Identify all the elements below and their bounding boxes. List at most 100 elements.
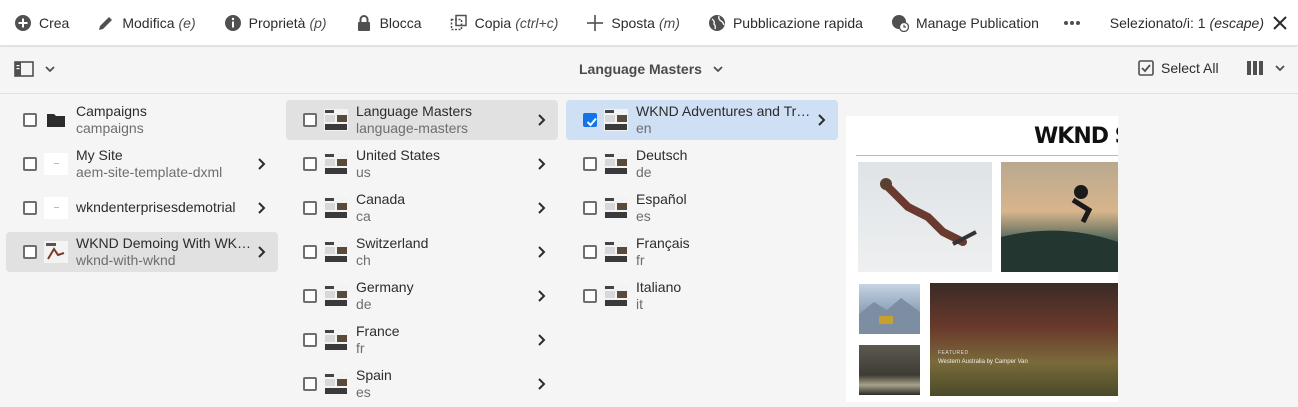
list-item[interactable]: Français fr — [566, 232, 838, 272]
column-view-icon — [1247, 61, 1263, 75]
list-item[interactable]: wkndenterprisesdemotrial — [6, 188, 278, 228]
manage-publication-button[interactable]: Manage Publication — [877, 0, 1053, 46]
rail-toggle-button[interactable] — [14, 61, 56, 77]
checkbox-checked[interactable] — [583, 113, 597, 127]
list-item[interactable]: Italiano it — [566, 276, 838, 316]
list-item[interactable]: Germany de — [286, 276, 558, 316]
chevron-right-icon[interactable] — [534, 201, 548, 215]
preview-skatepark-image — [1001, 162, 1118, 272]
quick-publish-button[interactable]: Pubblicazione rapida — [694, 0, 877, 46]
copy-button[interactable]: Copia (ctrl+c) — [436, 0, 573, 46]
checkbox[interactable] — [583, 201, 597, 215]
list-item[interactable]: My Site aem-site-template-dxml — [6, 144, 278, 184]
item-title: WKND Adventures and Travel — [636, 103, 818, 119]
checkbox[interactable] — [303, 113, 317, 127]
checkbox[interactable] — [303, 289, 317, 303]
globe-icon — [708, 14, 725, 31]
chevron-right-icon[interactable] — [254, 157, 268, 171]
edit-shortcut: (e) — [178, 14, 196, 31]
item-name: us — [356, 164, 371, 180]
preview-featured-label: FEATURED — [938, 350, 969, 356]
preview-site-title: WKND SIT — [1034, 124, 1118, 149]
checkbox[interactable] — [583, 157, 597, 171]
checkbox[interactable] — [303, 377, 317, 391]
lock-button[interactable]: Blocca — [341, 0, 436, 46]
column-language-masters: WKND Adventures and Travel en Deutsch de… — [560, 96, 840, 407]
list-item[interactable]: Campaigns campaigns — [6, 100, 278, 140]
checkbox[interactable] — [23, 157, 37, 171]
list-item[interactable]: Español es — [566, 188, 838, 228]
page-thumbnail — [324, 153, 348, 175]
checkbox[interactable] — [23, 113, 37, 127]
selection-count: Selezionato/i: 1 — [1109, 15, 1206, 31]
item-name: fr — [356, 340, 365, 356]
chevron-right-icon[interactable] — [814, 113, 828, 127]
chevron-right-icon[interactable] — [534, 157, 548, 171]
item-name: fr — [636, 252, 645, 268]
checkbox[interactable] — [583, 245, 597, 259]
chevron-right-icon[interactable] — [534, 377, 548, 391]
manage-publication-label: Manage Publication — [915, 14, 1039, 31]
page-thumbnail — [604, 197, 628, 219]
rail-icon — [14, 61, 34, 77]
checkbox[interactable] — [303, 333, 317, 347]
list-item[interactable]: WKND Demoing With WKND ... wknd-with-wkn… — [6, 232, 278, 272]
properties-shortcut: (p) — [309, 14, 327, 31]
chevron-right-icon[interactable] — [534, 113, 548, 127]
item-name: ch — [356, 252, 371, 268]
view-switcher[interactable] — [1246, 60, 1286, 76]
page-thumbnail — [604, 285, 628, 307]
item-name: aem-site-template-dxml — [76, 164, 223, 180]
breadcrumb[interactable]: Language Masters — [579, 61, 724, 77]
globe-clock-icon — [891, 14, 909, 32]
list-item[interactable]: Deutsch de — [566, 144, 838, 184]
chevron-down-icon — [1275, 65, 1285, 72]
list-item[interactable]: Language Masters language-masters — [286, 100, 558, 140]
chevron-right-icon[interactable] — [534, 333, 548, 347]
chevron-right-icon[interactable] — [534, 245, 548, 259]
page-thumbnail — [324, 109, 348, 131]
list-item[interactable]: WKND Adventures and Travel en — [566, 100, 838, 140]
selection-status: Selezionato/i: 1 (escape) — [1110, 0, 1288, 46]
item-name: ca — [356, 208, 371, 224]
chevron-right-icon[interactable] — [534, 289, 548, 303]
item-name: es — [636, 208, 651, 224]
chevron-right-icon[interactable] — [254, 201, 268, 215]
item-title: Español — [636, 191, 687, 207]
checkbox[interactable] — [303, 201, 317, 215]
item-title: Italiano — [636, 279, 682, 295]
select-all-button[interactable]: Select All — [1138, 60, 1219, 76]
checkbox[interactable] — [583, 289, 597, 303]
more-actions-button[interactable] — [1053, 0, 1091, 46]
properties-button[interactable]: Proprietà (p) — [210, 0, 341, 46]
checkbox[interactable] — [23, 245, 37, 259]
chevron-down-icon — [713, 66, 723, 73]
properties-label: Proprietà — [248, 14, 306, 31]
chevron-down-icon — [45, 66, 55, 73]
close-icon[interactable] — [1272, 15, 1288, 31]
column-root: Campaigns campaigns My Site aem-site-tem… — [0, 96, 280, 407]
chevron-right-icon[interactable] — [254, 245, 268, 259]
select-all-label: Select All — [1161, 60, 1219, 76]
copy-label: Copia — [474, 14, 512, 31]
item-title: Deutsch — [636, 147, 688, 163]
item-title: France — [356, 323, 400, 339]
item-name: wknd-with-wknd — [76, 252, 176, 268]
edit-label: Modifica — [122, 14, 175, 31]
list-item[interactable]: France fr — [286, 320, 558, 360]
item-name: de — [636, 164, 652, 180]
copy-shortcut: (ctrl+c) — [515, 14, 559, 31]
item-name: es — [356, 384, 371, 400]
list-item[interactable]: Canada ca — [286, 188, 558, 228]
checkbox[interactable] — [303, 157, 317, 171]
edit-button[interactable]: Modifica (e) — [83, 0, 209, 46]
mountain-illustration — [859, 298, 920, 334]
move-button[interactable]: Sposta (m) — [572, 0, 694, 46]
list-item[interactable]: Spain es — [286, 364, 558, 404]
create-button[interactable]: Crea — [0, 0, 83, 46]
checkbox[interactable] — [303, 245, 317, 259]
skatepark-illustration — [1001, 185, 1118, 272]
list-item[interactable]: United States us — [286, 144, 558, 184]
list-item[interactable]: Switzerland ch — [286, 232, 558, 272]
checkbox[interactable] — [23, 201, 37, 215]
